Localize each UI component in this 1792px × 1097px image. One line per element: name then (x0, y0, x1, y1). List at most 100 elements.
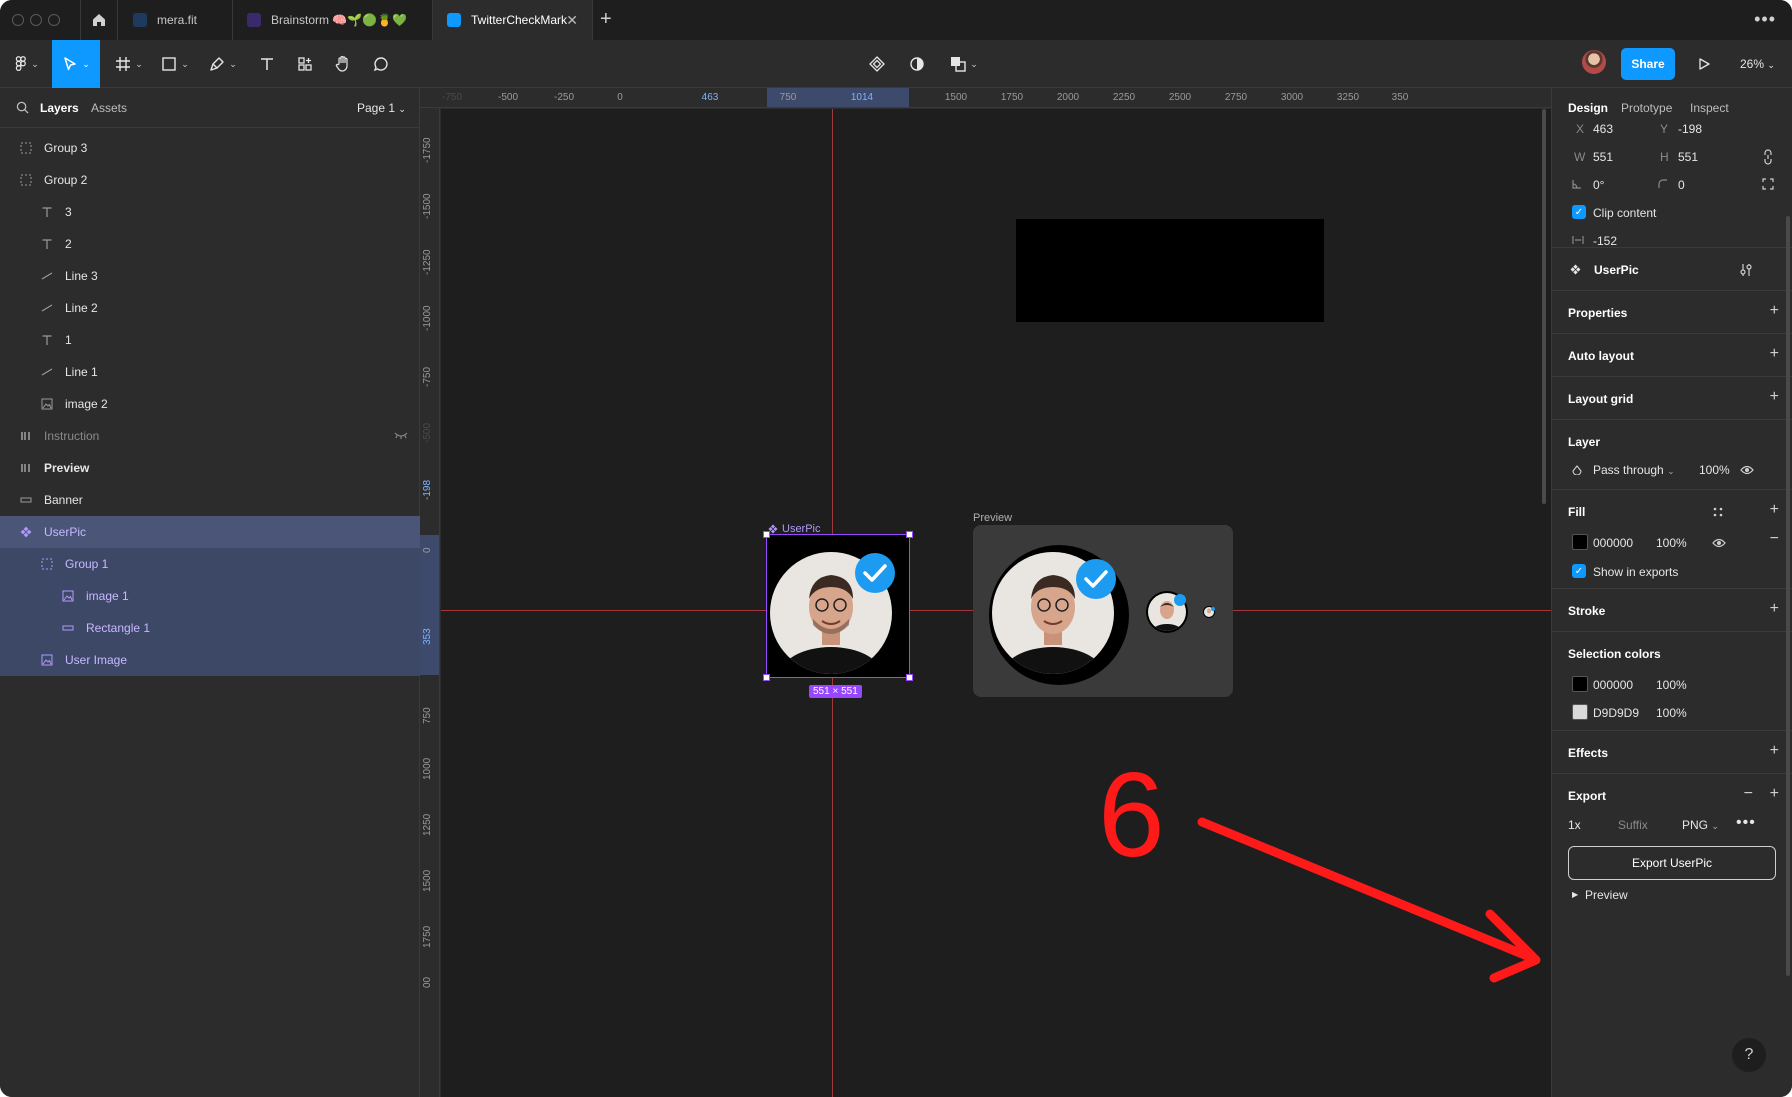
export-suffix-field[interactable]: Suffix (1618, 818, 1648, 832)
home-button[interactable] (80, 0, 118, 40)
layer-row[interactable]: Group 1 (0, 548, 420, 580)
properties-scrollbar[interactable] (1786, 216, 1790, 976)
page-selector[interactable]: Page 1 ⌄ (357, 101, 406, 115)
preview-frame[interactable] (973, 525, 1233, 697)
layer-row[interactable]: Banner (0, 484, 420, 516)
style-grid-icon[interactable] (1713, 507, 1723, 517)
add-auto-layout-icon[interactable]: + (1770, 345, 1779, 363)
add-stroke-icon[interactable]: + (1770, 600, 1779, 618)
rotation-field[interactable]: 0° (1593, 178, 1604, 192)
export-format-dropdown[interactable]: PNG ⌄ (1682, 818, 1719, 832)
selection-color-swatch[interactable] (1572, 704, 1588, 720)
layer-opacity-field[interactable]: 100% (1699, 463, 1730, 477)
text-tool-button[interactable] (252, 40, 282, 88)
move-tool-button[interactable]: ⌄ (52, 40, 100, 88)
layer-row[interactable]: Group 2 (0, 164, 420, 196)
pen-tool-button[interactable]: ⌄ (204, 40, 242, 88)
remove-export-icon[interactable]: − (1744, 785, 1753, 803)
resize-handle-top-left[interactable] (763, 531, 770, 538)
help-button[interactable]: ? (1732, 1038, 1766, 1072)
tab-assets[interactable]: Assets (91, 101, 127, 115)
spacing-field[interactable]: -152 (1593, 234, 1617, 248)
layer-row[interactable]: image 1 (0, 580, 420, 612)
h-field[interactable]: 551 (1678, 150, 1698, 164)
layer-row[interactable]: 3 (0, 196, 420, 228)
tab-brainstorm[interactable]: Brainstorm 🧠🌱🟢🍍💚 (233, 0, 433, 40)
blend-mode-dropdown[interactable]: Pass through ⌄ (1593, 463, 1675, 477)
eye-icon[interactable] (1712, 538, 1726, 548)
share-button[interactable]: Share (1621, 48, 1675, 80)
layer-row[interactable]: image 2 (0, 388, 420, 420)
layer-row[interactable]: UserPic (0, 516, 420, 548)
zoom-dropdown[interactable]: 26% ⌄ (1740, 57, 1775, 71)
fill-color-swatch[interactable] (1572, 534, 1588, 550)
close-tab-icon[interactable]: ✕ (566, 12, 578, 29)
layer-row[interactable]: Line 2 (0, 292, 420, 324)
export-scale-field[interactable]: 1x (1568, 818, 1581, 832)
layer-row[interactable]: Preview (0, 452, 420, 484)
tab-mera-fit[interactable]: mera.fit (119, 0, 233, 40)
window-minimize-button[interactable] (30, 14, 42, 26)
resize-handle-bottom-left[interactable] (763, 674, 770, 681)
tab-inspect[interactable]: Inspect (1690, 101, 1729, 115)
component-action-button[interactable] (862, 40, 892, 88)
layer-row[interactable]: 2 (0, 228, 420, 260)
tab-prototype[interactable]: Prototype (1621, 101, 1672, 115)
layer-row[interactable]: Line 1 (0, 356, 420, 388)
window-zoom-button[interactable] (48, 14, 60, 26)
preview-frame-label[interactable]: Preview (973, 512, 1012, 524)
new-tab-button[interactable]: + (600, 8, 612, 31)
selection-color-opacity[interactable]: 100% (1656, 678, 1687, 692)
tab-twittercheckmark[interactable]: TwitterCheckMark ✕ (433, 0, 593, 40)
comment-tool-button[interactable] (366, 40, 396, 88)
layer-row[interactable]: Line 3 (0, 260, 420, 292)
shape-tool-button[interactable]: ⌄ (156, 40, 194, 88)
layer-row[interactable]: Group 3 (0, 132, 420, 164)
clip-content-checkbox[interactable]: ✓ (1572, 205, 1586, 219)
banner-frame[interactable] (1016, 219, 1324, 322)
fill-opacity-field[interactable]: 100% (1656, 536, 1687, 550)
resize-handle-top-right[interactable] (906, 531, 913, 538)
corner-radius-field[interactable]: 0 (1678, 178, 1685, 192)
layer-row[interactable]: User Image (0, 644, 420, 676)
w-field[interactable]: 551 (1593, 150, 1613, 164)
frame-tool-button[interactable]: ⌄ (110, 40, 148, 88)
layer-row[interactable]: Instruction (0, 420, 420, 452)
main-menu-button[interactable]: ⌄ (8, 40, 46, 88)
search-icon[interactable] (16, 101, 29, 114)
add-property-icon[interactable]: + (1770, 302, 1779, 320)
resize-handle-bottom-right[interactable] (906, 674, 913, 681)
independent-corners-icon[interactable] (1762, 178, 1774, 190)
add-effect-icon[interactable]: + (1770, 742, 1779, 760)
show-in-exports-checkbox[interactable]: ✓ (1572, 564, 1586, 578)
layer-row[interactable]: Rectangle 1 (0, 612, 420, 644)
layer-row[interactable]: 1 (0, 324, 420, 356)
fill-hex-field[interactable]: 000000 (1593, 536, 1633, 550)
boolean-ops-button[interactable]: ⌄ (944, 40, 984, 88)
hidden-eye-icon[interactable] (394, 429, 408, 443)
selection-color-hex[interactable]: 000000 (1593, 678, 1633, 692)
adjust-sliders-icon[interactable] (1740, 263, 1752, 277)
user-avatar[interactable] (1582, 50, 1606, 74)
selection-color-swatch[interactable] (1572, 676, 1588, 692)
tab-design[interactable]: Design (1568, 101, 1608, 115)
selection-color-hex[interactable]: D9D9D9 (1593, 706, 1639, 720)
hand-tool-button[interactable] (328, 40, 358, 88)
y-field[interactable]: -198 (1678, 122, 1702, 136)
tab-layers[interactable]: Layers (40, 101, 79, 115)
export-more-icon[interactable]: ••• (1736, 814, 1756, 832)
add-layout-grid-icon[interactable]: + (1770, 388, 1779, 406)
canvas-scrollbar[interactable] (1542, 109, 1546, 504)
export-preview-toggle[interactable]: Preview (1585, 888, 1628, 902)
resources-tool-button[interactable] (290, 40, 320, 88)
more-icon[interactable]: ••• (1754, 9, 1776, 30)
present-button[interactable] (1690, 48, 1718, 80)
remove-fill-icon[interactable]: − (1770, 530, 1779, 548)
x-field[interactable]: 463 (1593, 122, 1613, 136)
export-button[interactable]: Export UserPic (1568, 846, 1776, 880)
add-export-icon[interactable]: + (1770, 785, 1779, 803)
constrain-proportions-icon[interactable] (1763, 149, 1773, 165)
window-close-button[interactable] (12, 14, 24, 26)
selection-color-opacity[interactable]: 100% (1656, 706, 1687, 720)
add-fill-icon[interactable]: + (1770, 501, 1779, 519)
